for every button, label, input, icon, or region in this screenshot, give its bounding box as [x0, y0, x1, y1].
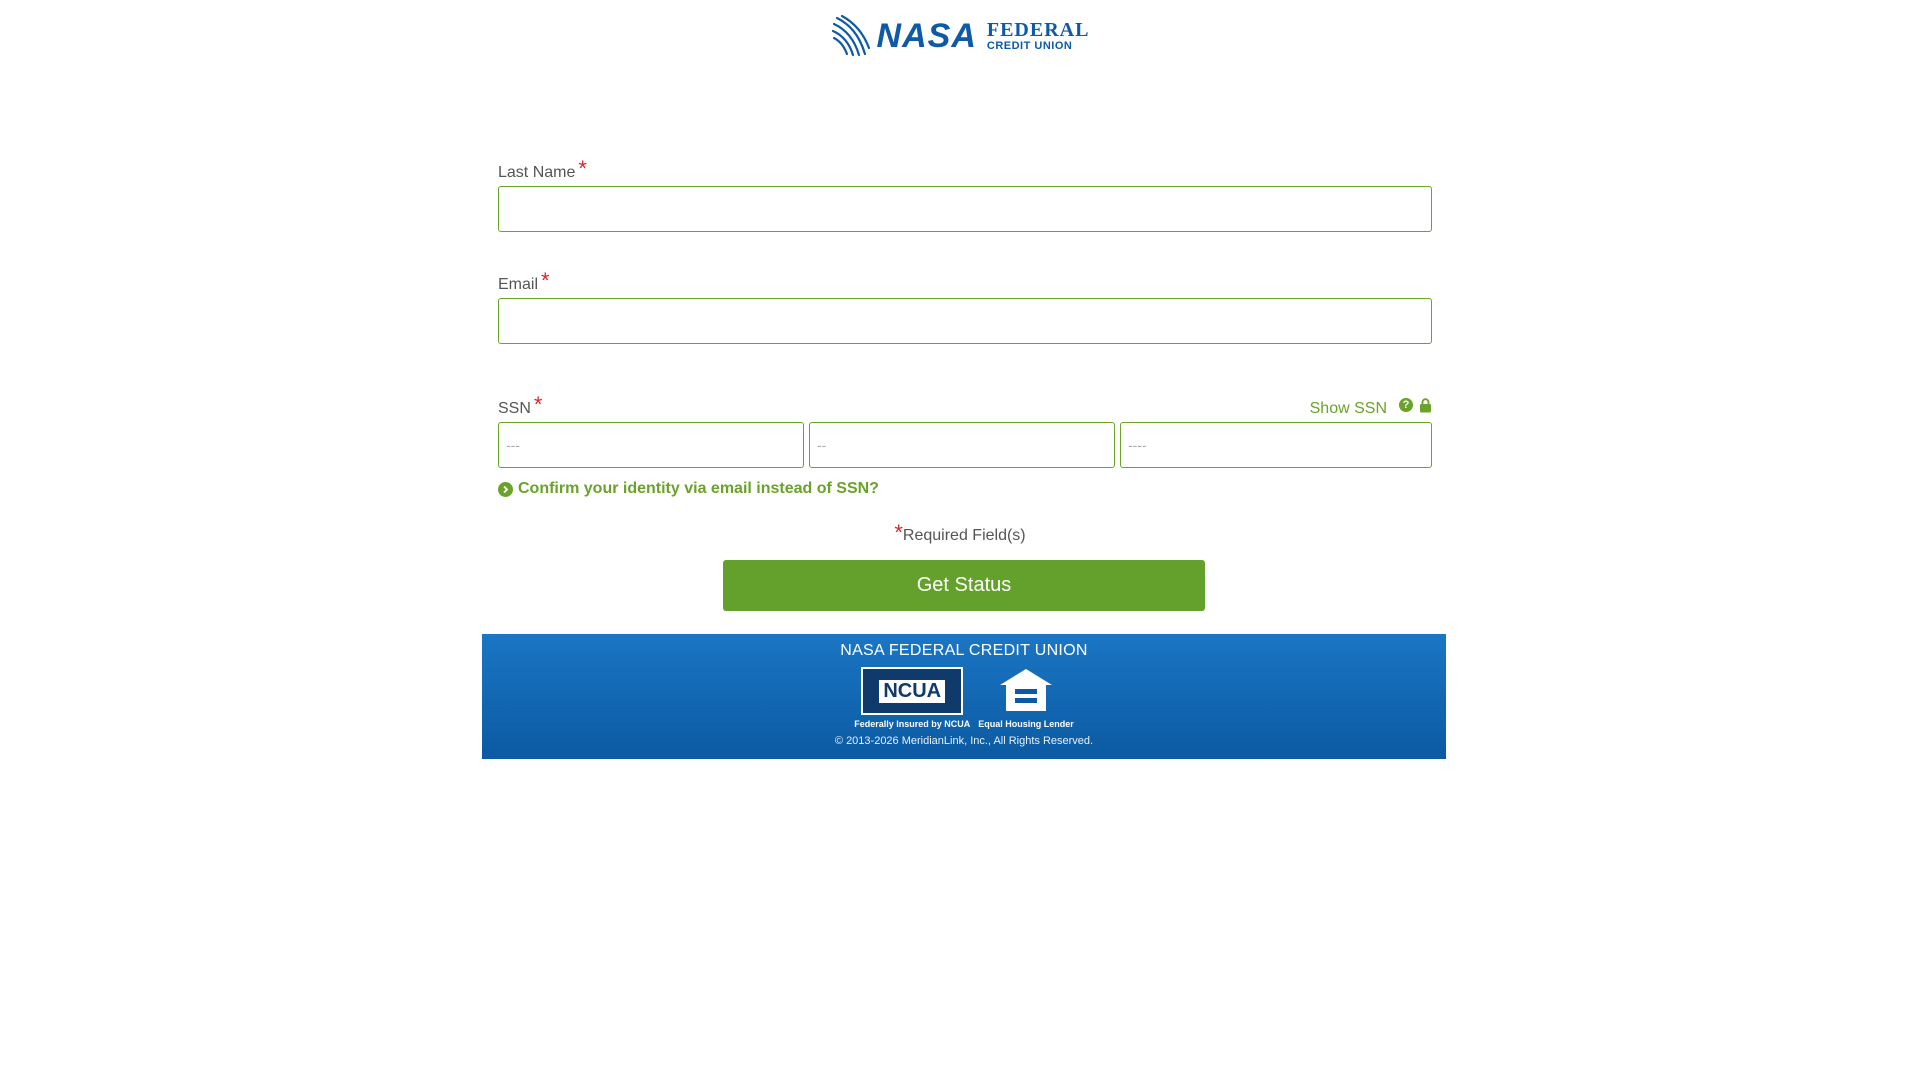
footer-title: NASA FEDERAL CREDIT UNION — [840, 642, 1088, 659]
ssn-inputs — [498, 422, 1432, 468]
show-ssn-control: Show SSN ? — [1310, 397, 1432, 418]
confirm-via-email-link[interactable]: Confirm your identity via email instead … — [498, 480, 1432, 498]
last-name-label: Last Name * — [498, 150, 1432, 182]
email-label: Email * — [498, 262, 1432, 294]
ncua-badge: ​ NCUA ​ Federally Insured by NCUA — [854, 667, 970, 729]
required-asterisk: * — [541, 268, 550, 293]
required-asterisk: * — [894, 520, 903, 545]
header: NASA FEDERAL CREDIT UNION — [0, 14, 1920, 58]
email-input[interactable] — [498, 298, 1432, 344]
required-note-text: Required Field(s) — [902, 527, 1026, 544]
equal-housing-badge: Equal Housing Lender — [978, 667, 1074, 729]
email-label-text: Email — [498, 276, 539, 293]
show-ssn-toggle[interactable]: Show SSN — [1310, 400, 1387, 418]
nasa-fcu-logo: NASA FEDERAL CREDIT UNION — [831, 14, 1090, 58]
confirm-link-text: Confirm your identity via email instead … — [518, 480, 879, 497]
last-name-label-text: Last Name — [498, 164, 576, 181]
logo-nasa-text: NASA — [876, 17, 977, 55]
equal-housing-icon — [1000, 669, 1052, 711]
ssn-label-text: SSN — [498, 400, 531, 417]
ssn-label-row: SSN * Show SSN ? — [498, 386, 1432, 418]
ssn-part2-input[interactable] — [809, 422, 1115, 468]
nasa-logo-icon — [831, 14, 870, 57]
required-asterisk: * — [533, 392, 543, 417]
logo-federal-text: FEDERAL — [986, 19, 1090, 41]
status-form: Last Name * Email * SSN * Show SSN ? Co — [498, 150, 1432, 498]
last-name-input[interactable] — [498, 186, 1432, 232]
footer-badges: ​ NCUA ​ Federally Insured by NCUA Equal… — [482, 667, 1446, 729]
help-icon[interactable]: ? — [1399, 398, 1413, 412]
required-fields-note: *Required Field(s) — [0, 522, 1920, 545]
copyright-text: © 2013-2026 MeridianLink, Inc., All Righ… — [834, 735, 1094, 747]
lock-icon — [1420, 397, 1431, 412]
logo-side-text: FEDERAL CREDIT UNION — [987, 20, 1090, 52]
logo-credit-union-text: CREDIT UNION — [986, 40, 1073, 52]
ncua-badge-icon: ​ NCUA ​ — [861, 667, 964, 715]
ncua-caption: Federally Insured by NCUA — [854, 719, 971, 729]
ncua-badge-text: NCUA — [879, 679, 946, 703]
ssn-part3-input[interactable] — [1120, 422, 1432, 468]
ssn-part1-input[interactable] — [498, 422, 804, 468]
get-status-button[interactable]: Get Status — [723, 560, 1205, 611]
required-asterisk: * — [578, 156, 587, 181]
ehl-caption: Equal Housing Lender — [978, 719, 1074, 729]
chevron-right-circle-icon — [498, 481, 513, 497]
ssn-label: SSN * — [498, 392, 543, 418]
footer: NASA FEDERAL CREDIT UNION ​ NCUA ​ Feder… — [482, 634, 1446, 759]
